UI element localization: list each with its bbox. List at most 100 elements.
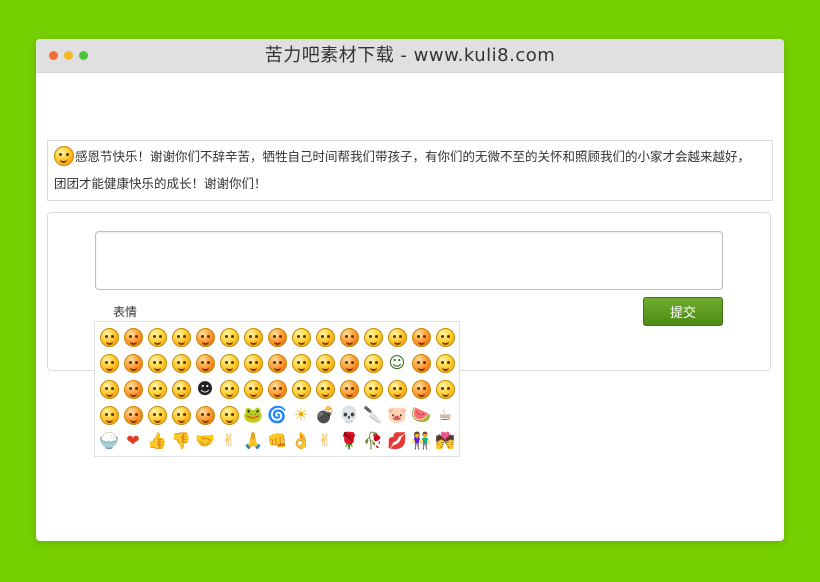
emoji-sweat-icon[interactable] — [145, 350, 169, 376]
emoji-scold-icon[interactable] — [433, 350, 457, 376]
rice-glyph: 🍚 — [99, 431, 119, 450]
emoji-smirk-icon[interactable] — [337, 350, 361, 376]
emoji-sad-icon[interactable] — [409, 324, 433, 350]
emoji-shock-icon[interactable] — [121, 376, 145, 402]
window-title: 苦力吧素材下载 - www.kuli8.com — [264, 45, 556, 66]
emoji-cry-laugh-icon[interactable] — [289, 324, 313, 350]
evil-face — [315, 379, 335, 399]
emoji-shy-icon[interactable] — [121, 324, 145, 350]
watermelon-glyph: 🍉 — [411, 405, 431, 424]
sleepy-eyes-face — [291, 353, 311, 373]
emoji-kiss-icon[interactable] — [169, 402, 193, 428]
emoji-rice-icon[interactable]: 🍚 — [97, 428, 121, 454]
emoji-bye-icon[interactable] — [217, 402, 241, 428]
emoji-pig-icon[interactable]: 🐷 — [385, 402, 409, 428]
posted-comment: 感恩节快乐！谢谢你们不辞辛苦，牺牲自己时间帮我们带孩子，有你们的无微不至的关怀和… — [47, 140, 773, 201]
emoji-watermelon-icon[interactable]: 🍉 — [409, 402, 433, 428]
emoji-tired-icon[interactable] — [145, 376, 169, 402]
submit-button[interactable]: 提交 — [643, 297, 723, 326]
wave-face — [363, 379, 383, 399]
emoji-heart-eyes-icon[interactable] — [145, 324, 169, 350]
emoji-rose-icon[interactable]: 🌹 — [337, 428, 361, 454]
emoji-handshake-icon[interactable]: 🤝 — [193, 428, 217, 454]
emoji-awkward-icon[interactable] — [241, 324, 265, 350]
emoji-couple-icon[interactable]: 👫 — [409, 428, 433, 454]
sad-face — [411, 327, 431, 347]
emoji-dizzy-icon[interactable] — [265, 350, 289, 376]
emoji-hmm-icon[interactable] — [241, 376, 265, 402]
emoji-salute-icon[interactable]: 🙏 — [241, 428, 265, 454]
daze-face — [171, 327, 191, 347]
emoji-heart-icon[interactable]: ❤ — [121, 428, 145, 454]
emoji-tongue-icon[interactable] — [337, 324, 361, 350]
comment-textarea[interactable] — [95, 231, 723, 290]
soldier-glyph: ☺ — [388, 353, 406, 372]
emoji-smile-icon[interactable] — [97, 324, 121, 350]
emoji-groan-icon[interactable] — [121, 402, 145, 428]
emoji-victory-icon[interactable]: ✌ — [217, 428, 241, 454]
emoji-skull-icon[interactable]: 💀 — [337, 402, 361, 428]
emoji-shh-icon[interactable] — [97, 376, 121, 402]
emoji-pout-icon[interactable] — [169, 350, 193, 376]
emoji-surprise-icon[interactable] — [385, 324, 409, 350]
shock-face — [123, 379, 143, 399]
emoji-toggle-label[interactable]: 表情 — [113, 303, 137, 320]
emoji-terrified-icon[interactable] — [193, 402, 217, 428]
skull-glyph: 💀 — [339, 405, 359, 424]
cool-face — [219, 327, 239, 347]
emoji-doubt-icon[interactable] — [241, 350, 265, 376]
emoji-thumbs-up-icon[interactable]: 👍 — [145, 428, 169, 454]
emoji-sweat-wipe-icon[interactable] — [217, 376, 241, 402]
frog-glyph: 🐸 — [243, 405, 263, 424]
grin-emoji-icon — [54, 146, 74, 173]
emoji-frog-icon[interactable]: 🐸 — [241, 402, 265, 428]
emoji-sleepy-eyes-icon[interactable] — [289, 350, 313, 376]
doubt-face — [243, 353, 263, 373]
thumbs-up-glyph: 👍 — [147, 431, 167, 450]
emoji-grin-icon[interactable] — [361, 324, 385, 350]
emoji-frown-icon[interactable] — [433, 324, 457, 350]
emoji-bomb-icon[interactable]: 💣 — [313, 402, 337, 428]
emoji-laugh-icon[interactable] — [361, 350, 385, 376]
emoji-kiss-couple-icon[interactable]: 💏 — [433, 428, 457, 454]
emoji-pitiful-icon[interactable] — [97, 402, 121, 428]
emoji-tongue-out-icon[interactable] — [217, 350, 241, 376]
hug-face — [267, 379, 287, 399]
emoji-soldier-icon[interactable]: ☺ — [385, 350, 409, 376]
emoji-wink-icon[interactable] — [145, 402, 169, 428]
emoji-thumbs-down-icon[interactable]: 👎 — [169, 428, 193, 454]
emoji-scared-icon[interactable] — [169, 376, 193, 402]
emoji-picker: ☺ ☻ 🐸 🌀 ☀ 💣 💀 🔪 🐷 🍉 ☕ 🍚 ❤ 👍 👎 🤝 ✌ 🙏 👊 👌 ✌ 🌹 🥀 💋 👫 💏 — [94, 321, 460, 457]
emoji-rage-icon[interactable] — [313, 350, 337, 376]
emoji-lips-icon[interactable]: 💋 — [385, 428, 409, 454]
emoji-sleepy-icon[interactable] — [265, 324, 289, 350]
emoji-coffee-icon[interactable]: ☕ — [433, 402, 457, 428]
emoji-dizzy-swirl-icon[interactable]: 🌀 — [265, 402, 289, 428]
emoji-evil-icon[interactable] — [313, 376, 337, 402]
emoji-mocking-icon[interactable]: ☻ — [193, 376, 217, 402]
emoji-blush-icon[interactable] — [97, 350, 121, 376]
emoji-struggle-icon[interactable] — [409, 350, 433, 376]
emoji-wave-icon[interactable] — [361, 376, 385, 402]
wink-face — [147, 405, 167, 425]
laugh-face — [363, 353, 383, 373]
emoji-rofl-icon[interactable] — [433, 376, 457, 402]
emoji-wail-icon[interactable] — [121, 350, 145, 376]
emoji-fist-icon[interactable]: 👊 — [265, 428, 289, 454]
ok-glyph: 👌 — [291, 431, 311, 450]
emoji-peace-icon[interactable]: ✌ — [313, 428, 337, 454]
emoji-daze-icon[interactable] — [169, 324, 193, 350]
emoji-snicker-icon[interactable] — [193, 350, 217, 376]
emoji-yawn-icon[interactable] — [289, 376, 313, 402]
emoji-hug-icon[interactable] — [265, 376, 289, 402]
emoji-wilted-rose-icon[interactable]: 🥀 — [361, 428, 385, 454]
emoji-cheeky-icon[interactable] — [385, 376, 409, 402]
emoji-cry-icon[interactable] — [193, 324, 217, 350]
emoji-knife-icon[interactable]: 🔪 — [361, 402, 385, 428]
emoji-cool-icon[interactable] — [217, 324, 241, 350]
emoji-ok-icon[interactable]: 👌 — [289, 428, 313, 454]
emoji-chuckle-icon[interactable] — [337, 376, 361, 402]
emoji-angry-icon[interactable] — [313, 324, 337, 350]
emoji-sun-icon[interactable]: ☀ — [289, 402, 313, 428]
emoji-think-icon[interactable] — [409, 376, 433, 402]
